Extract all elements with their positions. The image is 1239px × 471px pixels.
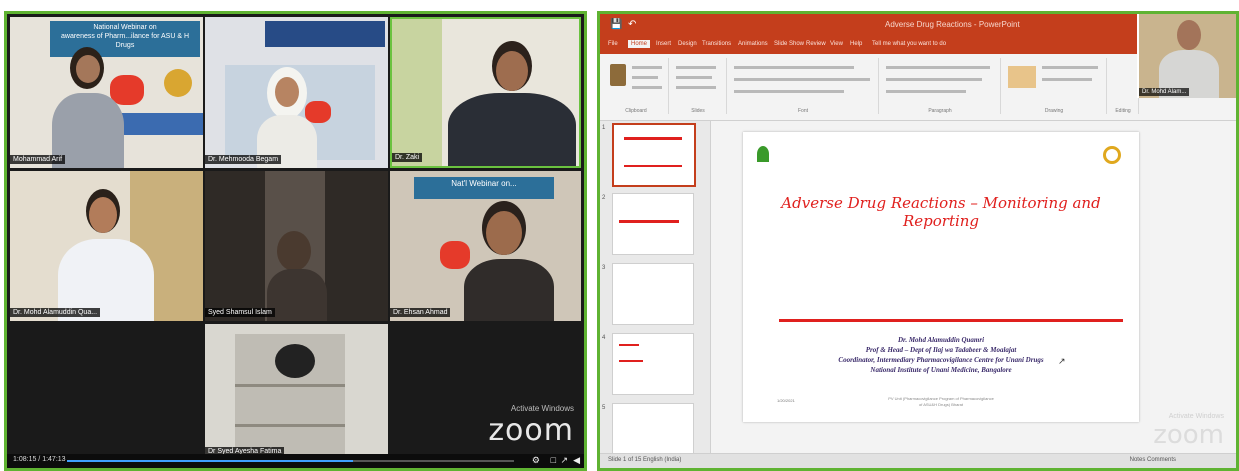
slide-thumbnail[interactable]	[612, 403, 694, 455]
slide-number: 2	[602, 195, 606, 201]
presenter-credit-line: Coordinator, Intermediary Pharmacovigila…	[838, 356, 1044, 364]
webinar-banner: National Webinar on awareness of Pharm..…	[50, 21, 200, 57]
slide-number: 1	[602, 125, 606, 131]
progress-fill	[67, 460, 354, 462]
slide-divider	[779, 319, 1123, 322]
presenter-head	[1177, 20, 1201, 50]
participant-tile[interactable]: Dr Syed Ayesha Fatima	[205, 324, 388, 460]
slide-footer-text: PV Unit (Pharmacovigilance Program of Ph…	[888, 396, 994, 407]
tab-help[interactable]: Help	[850, 41, 862, 47]
tab-transitions[interactable]: Transitions	[702, 41, 731, 47]
participant-tile[interactable]: National Webinar on awareness of Pharm..…	[10, 17, 203, 168]
undo-icon[interactable]: ↶	[628, 19, 636, 30]
webinar-banner: Nat'l Webinar on...	[414, 177, 554, 199]
object-on-shelf	[275, 344, 315, 378]
window-light	[392, 19, 442, 166]
presenter-credit-line: Prof & Head – Dept of Ilaj wa Tadabeer &…	[865, 346, 1017, 354]
status-slide-count: Slide 1 of 15 English (India)	[608, 457, 682, 463]
slide-number: 5	[602, 405, 606, 411]
playback-progress-bar[interactable]	[67, 460, 514, 462]
ribbon-group-label: Font	[797, 108, 808, 114]
activate-windows-text: Activate Windows	[510, 404, 574, 413]
participant-tile[interactable]: Dr. Mehmooda Begam	[205, 17, 388, 168]
tell-me-search[interactable]: Tell me what you want to do	[872, 41, 946, 47]
participant-name: Dr. Mohd Alamuddin Qua...	[10, 308, 101, 317]
slide-number: 4	[602, 335, 606, 341]
volume-icon[interactable]: ◀	[573, 455, 580, 466]
ribbon-group-font: Font	[728, 58, 879, 114]
participant-tile[interactable]: Syed Shamsul Islam	[205, 171, 388, 321]
shelf-divider	[235, 424, 345, 427]
ribbon-group-slides: Slides	[670, 58, 727, 114]
slide-thumbnail-pane: 1 2 3 4 5	[600, 121, 711, 455]
paste-icon[interactable]	[610, 64, 626, 86]
save-icon[interactable]: 💾	[610, 19, 622, 30]
settings-icon[interactable]: ⚙	[532, 455, 540, 466]
status-notes-comments[interactable]: Notes Comments	[1130, 457, 1176, 463]
playback-time: 1:08:15 / 1:47:13	[13, 456, 66, 463]
presenter-credit-line: National Institute of Unani Medicine, Ba…	[870, 366, 1012, 374]
participant-name: Mohammad Arif	[10, 155, 66, 164]
zoom-gallery-window: National Webinar on awareness of Pharm..…	[4, 11, 587, 471]
mouse-cursor-icon: ↗	[1058, 356, 1066, 366]
tab-file[interactable]: File	[608, 41, 618, 47]
tab-design[interactable]: Design	[678, 41, 697, 47]
presenter-credit-line: Dr. Mohd Alamuddin Quamri	[897, 336, 985, 344]
poster-red-logo	[305, 101, 331, 123]
slide-title: Adverse Drug Reactions – Monitoring and …	[781, 194, 1101, 230]
ribbon-group-drawing: Drawing	[1002, 58, 1107, 114]
ribbon-group-label: Drawing	[1044, 108, 1064, 114]
ribbon-group-label: Paragraph	[928, 108, 952, 114]
slide-thumbnail[interactable]	[612, 193, 694, 255]
participant-name: Dr. Ehsan Ahmad	[390, 308, 451, 317]
current-slide[interactable]: Adverse Drug Reactions – Monitoring and …	[743, 132, 1139, 422]
ribbon-group-label: Slides	[691, 108, 705, 114]
tab-animations[interactable]: Animations	[738, 41, 768, 47]
slide-right-logo	[1103, 146, 1121, 164]
slide-thumbnail[interactable]	[612, 333, 694, 395]
tab-view[interactable]: View	[830, 41, 843, 47]
participant-tile-active-speaker[interactable]: Dr. Zaki	[390, 17, 581, 168]
participant-tile[interactable]: Dr. Mohd Alamuddin Qua...	[10, 171, 203, 321]
slide-thumbnail[interactable]	[612, 263, 694, 325]
poster-red-logo	[440, 241, 470, 269]
presenter-name: Dr. Mohd Alam...	[1139, 88, 1190, 96]
window-title: Adverse Drug Reactions - PowerPoint	[885, 20, 1020, 29]
tab-slide-show[interactable]: Slide Show	[774, 41, 804, 47]
participant-name: Dr. Mehmooda Begam	[205, 155, 282, 164]
slide-number: 3	[602, 265, 606, 271]
tab-review[interactable]: Review	[806, 41, 826, 47]
poster-gold-seal	[164, 69, 192, 97]
participant-tile[interactable]: Nat'l Webinar on... Dr. Ehsan Ahmad	[390, 171, 581, 321]
zoom-watermark: Activate Windows zoom	[488, 404, 574, 448]
shapes-icon[interactable]	[1008, 66, 1036, 88]
slide-thumbnail-selected[interactable]	[612, 123, 696, 187]
ribbon-group-paragraph: Paragraph	[880, 58, 1001, 114]
ribbon-group-label: Clipboard	[625, 108, 647, 114]
wall-sign	[265, 21, 385, 47]
expand-icon[interactable]: ↗	[560, 455, 568, 466]
status-bar: Slide 1 of 15 English (India) Notes Comm…	[600, 453, 1236, 468]
zoom-logo: zoom	[488, 413, 574, 448]
activate-windows-text: Activate Windows	[1168, 413, 1224, 420]
poster-red-logo	[110, 75, 144, 105]
zoom-logo: zoom	[1153, 420, 1224, 450]
ribbon-group-clipboard: Clipboard	[604, 58, 669, 114]
tab-insert[interactable]: Insert	[656, 41, 671, 47]
presenter-camera: Dr. Mohd Alam...	[1137, 14, 1236, 98]
participant-name: Syed Shamsul Islam	[205, 308, 275, 317]
slide-left-logo	[757, 146, 769, 162]
participant-name: Dr. Zaki	[392, 153, 423, 162]
tab-home[interactable]: Home	[628, 40, 651, 48]
fullscreen-icon[interactable]: □	[551, 455, 556, 465]
video-player-controls: 1:08:15 / 1:47:13 ⚙ □ ↗ ◀	[7, 454, 584, 468]
powerpoint-window: 💾 ↶ Adverse Drug Reactions - PowerPoint …	[597, 11, 1239, 471]
shelf-divider	[235, 384, 345, 387]
zoom-watermark: Activate Windows zoom	[1153, 413, 1224, 450]
ribbon-group-label: Editing	[1115, 108, 1131, 114]
ribbon-group-editing: Editing	[1108, 58, 1139, 114]
